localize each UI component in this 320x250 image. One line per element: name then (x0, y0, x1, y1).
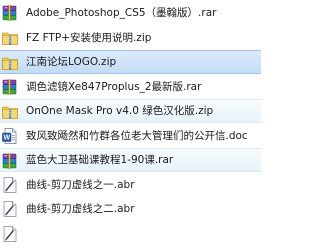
zip-archive-icon (1, 29, 19, 47)
file-name: FZ FTP+安装使用说明.zip (26, 31, 152, 44)
rar-archive-icon (1, 78, 19, 96)
file-name: OnOne Mask Pro v4.0 绿色汉化版.zip (26, 105, 214, 117)
file-name: 蓝色大卫基础课教程1-90课.rar (26, 154, 174, 166)
abr-brush-icon (1, 200, 19, 218)
file-name: 调色滤镜Xe847Proplus_2最新版.rar (26, 80, 202, 93)
file-name: Adobe_Photoshop_CS5（墨翰版）.rar (26, 7, 217, 19)
file-list-item[interactable]: 蓝色大卫基础课教程1-90课.rar (0, 148, 261, 172)
file-name: 致风致飏然和竹群各位老大管理们的公开信.doc (26, 129, 248, 142)
file-list-item[interactable]: FZ FTP+安装使用说明.zip (0, 26, 261, 50)
file-list-item[interactable]: OnOne Mask Pro v4.0 绿色汉化版.zip (0, 99, 261, 123)
abr-brush-icon (1, 176, 19, 194)
zip-archive-icon (1, 54, 19, 72)
abr-brush-icon (1, 225, 19, 243)
file-name: 江南论坛LOGO.zip (26, 56, 117, 68)
file-list-item[interactable]: 致风致飏然和竹群各位老大管理们的公开信.doc (0, 124, 261, 148)
file-list-item[interactable]: 江南论坛LOGO.zip (0, 50, 261, 74)
file-list-item[interactable]: 调色滤镜Xe847Proplus_2最新版.rar (0, 75, 261, 99)
file-list: Adobe_Photoshop_CS5（墨翰版）.rar FZ FTP+安装使用说… (0, 0, 261, 250)
file-list-item[interactable]: 曲线-剪刀虚线之一.abr (0, 173, 261, 197)
file-list-item[interactable]: 曲线-剪刀虚线之二.abr (0, 197, 261, 221)
zip-archive-icon (1, 103, 19, 121)
rar-archive-icon (1, 152, 19, 170)
file-list-item[interactable]: Adobe_Photoshop_CS5（墨翰版）.rar (0, 1, 261, 25)
rar-archive-icon (1, 4, 19, 22)
file-name: 曲线-剪刀虚线之一.abr (26, 178, 135, 191)
word-document-icon (1, 127, 19, 145)
file-list-item[interactable] (0, 222, 261, 246)
file-name: 曲线-剪刀虚线之二.abr (26, 203, 135, 215)
